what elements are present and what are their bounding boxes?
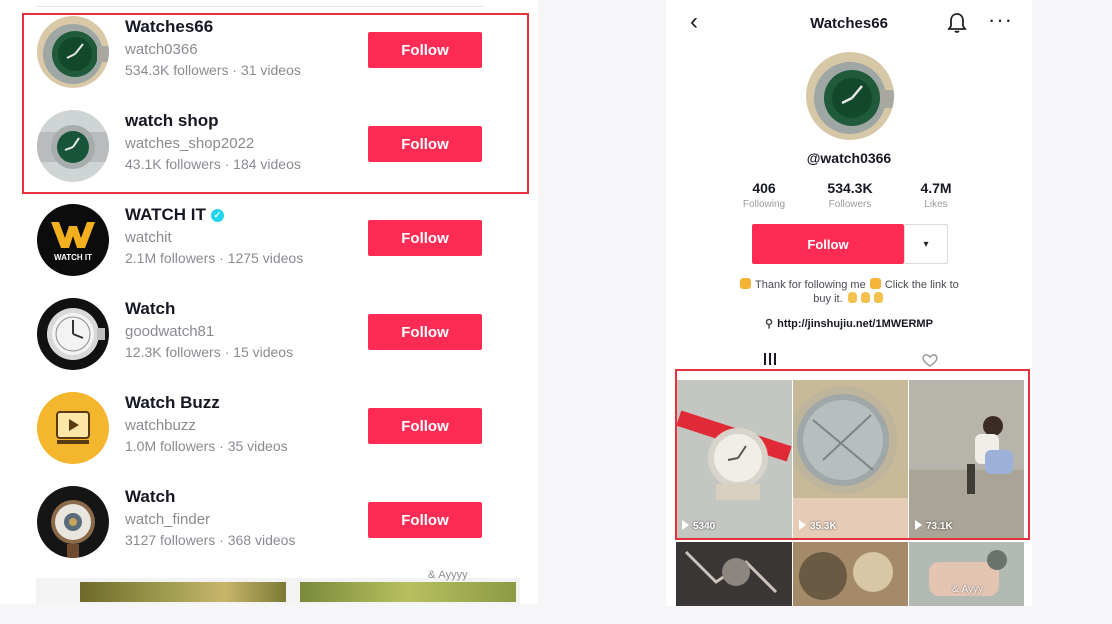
video-thumbnail[interactable]: [793, 542, 908, 606]
divider: [36, 6, 484, 7]
account-name[interactable]: WATCH IT ✓: [125, 205, 224, 225]
stat-value: 406: [752, 180, 776, 196]
video-thumbnail[interactable]: [676, 542, 792, 606]
follow-button[interactable]: Follow: [368, 408, 482, 444]
tab-videos[interactable]: [758, 351, 782, 367]
tab-liked[interactable]: [920, 352, 940, 368]
play-icon: [799, 520, 806, 530]
profile-handle: @watch0366: [806, 150, 892, 166]
video-views: 73.1K: [915, 520, 953, 532]
account-stats: 1.0M followers · 35 videos: [125, 438, 288, 454]
avatar[interactable]: [37, 486, 109, 558]
account-row[interactable]: WATCH IT WATCH IT ✓ watchit 2.1M follower…: [0, 204, 538, 298]
account-row[interactable]: Watch Buzz watchbuzz 1.0M followers · 35…: [0, 392, 538, 486]
account-row[interactable]: watch shop watches_shop2022 43.1K follow…: [0, 110, 538, 204]
thumbnail[interactable]: [80, 582, 286, 602]
account-handle: watchbuzz: [125, 417, 196, 434]
avatar[interactable]: [37, 392, 109, 464]
bell-icon[interactable]: [947, 12, 967, 34]
bio-line: buy it.: [666, 292, 1032, 305]
video-thumbnail[interactable]: 35.3K: [793, 380, 908, 538]
follow-button[interactable]: Follow: [752, 224, 904, 264]
follow-button[interactable]: Follow: [368, 314, 482, 350]
account-handle: watch_finder: [125, 511, 211, 528]
stat-label: Likes: [924, 199, 948, 210]
play-icon: [915, 520, 922, 530]
link-icon: ⚲: [765, 318, 774, 330]
stat-following[interactable]: 406 Following: [724, 180, 804, 210]
follow-button[interactable]: Follow: [368, 502, 482, 538]
stat-label: Following: [742, 199, 786, 210]
search-results-panel: Watches66 watch0366 534.3K followers · 3…: [0, 0, 538, 604]
logo-text: WATCH IT: [54, 253, 92, 262]
video-views: 5340: [682, 520, 715, 532]
video-thumbnail[interactable]: 73.1K: [909, 380, 1024, 538]
follow-button[interactable]: Follow: [368, 220, 482, 256]
avatar[interactable]: [37, 16, 109, 88]
page-title: Watches66: [810, 15, 888, 32]
account-handle: goodwatch81: [125, 323, 215, 340]
video-thumbnail[interactable]: 5340: [676, 380, 792, 538]
account-row[interactable]: Watch watch_finder 3127 followers · 368 …: [0, 486, 538, 580]
account-stats: 3127 followers · 368 videos: [125, 532, 296, 548]
pointing-down-icon: [873, 292, 883, 303]
watermark: & Аууу: [952, 584, 984, 595]
account-stats: 43.1K followers · 184 videos: [125, 156, 301, 172]
account-row[interactable]: Watches66 watch0366 534.3K followers · 3…: [0, 16, 538, 110]
avatar[interactable]: [37, 110, 109, 182]
stat-likes[interactable]: 4.7M Likes: [896, 180, 976, 210]
account-name[interactable]: Watch: [125, 299, 175, 319]
pointing-down-icon: [860, 292, 870, 303]
watermark: & Ауууу: [428, 569, 468, 581]
thumbnail[interactable]: [300, 582, 516, 602]
account-row[interactable]: Watch goodwatch81 12.3K followers · 15 v…: [0, 298, 538, 392]
emoji-icon: [740, 278, 752, 289]
bio-link[interactable]: ⚲ http://jinshujiu.net/1MWERMP: [666, 317, 1032, 330]
emoji-icon: [869, 278, 881, 289]
account-name[interactable]: watch shop: [125, 111, 219, 131]
avatar[interactable]: WATCH IT: [37, 204, 109, 276]
follow-button[interactable]: Follow: [368, 32, 482, 68]
bio-line: Thank for following me Click the link to: [666, 278, 1032, 291]
pointing-down-icon: [847, 292, 857, 303]
account-handle: watch0366: [125, 41, 198, 58]
avatar[interactable]: [37, 298, 109, 370]
follow-button[interactable]: Follow: [368, 126, 482, 162]
stat-label: Followers: [828, 199, 872, 210]
stat-value: 4.7M: [920, 180, 952, 196]
more-icon[interactable]: ···: [988, 7, 1013, 33]
play-icon: [682, 520, 689, 530]
account-stats: 534.3K followers · 31 videos: [125, 62, 301, 78]
account-stats: 12.3K followers · 15 videos: [125, 344, 294, 360]
account-name[interactable]: Watch: [125, 487, 175, 507]
stat-followers[interactable]: 534.3K Followers: [810, 180, 890, 210]
video-views: 35.3K: [799, 520, 837, 532]
stat-value: 534.3K: [827, 180, 873, 196]
account-name[interactable]: Watches66: [125, 17, 213, 37]
video-thumbnail[interactable]: [909, 542, 1024, 606]
profile-avatar[interactable]: [806, 52, 894, 140]
heart-icon: [922, 354, 938, 367]
account-stats: 2.1M followers · 1275 videos: [125, 250, 304, 266]
account-handle: watchit: [125, 229, 172, 246]
account-handle: watches_shop2022: [125, 135, 255, 152]
verified-icon: ✓: [210, 209, 224, 222]
suggested-accounts-button[interactable]: ▾: [904, 224, 948, 264]
account-name[interactable]: Watch Buzz: [125, 393, 220, 413]
